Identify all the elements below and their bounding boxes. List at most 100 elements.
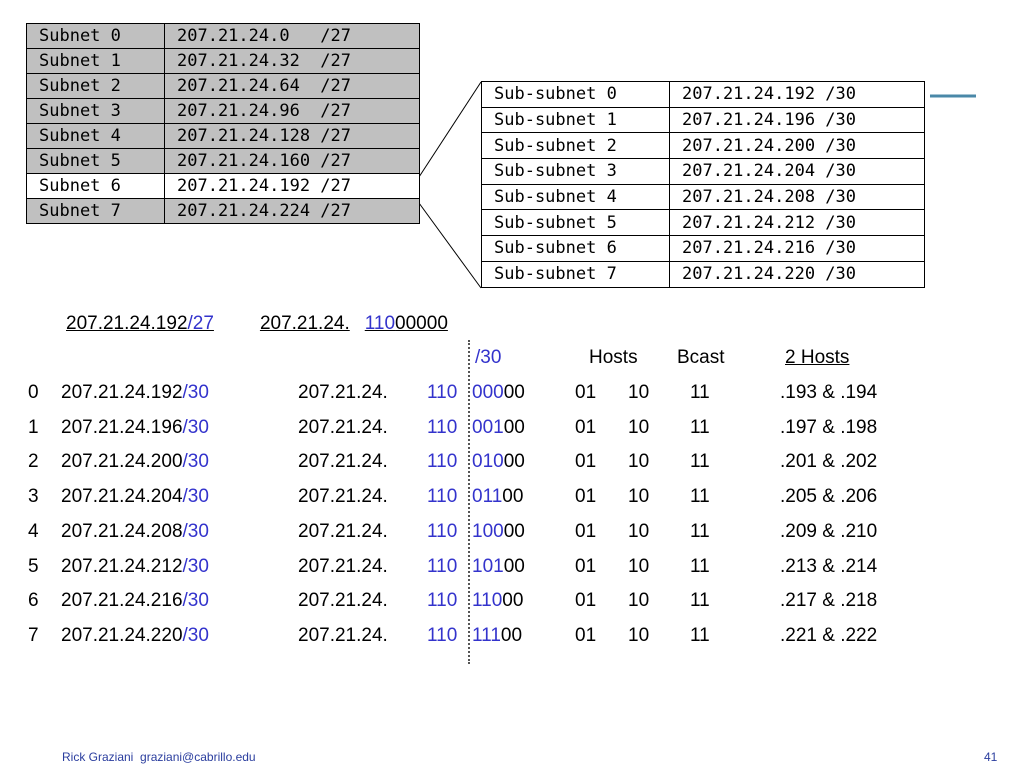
row-binary-fixed: 110: [427, 451, 458, 473]
row-binary-fixed: 110: [427, 382, 458, 403]
sub-subnet-name: Sub-subnet 7: [481, 260, 670, 288]
subnet-name: Subnet 0: [26, 23, 165, 49]
row-binary-subnet-cell: 01100: [472, 486, 523, 508]
row-mask: /30: [182, 590, 209, 612]
row-binary-prefix: 207.21.24.: [298, 486, 388, 508]
row-usable-hosts: .205 & .206: [780, 486, 878, 508]
column-slash30: /30: [475, 347, 502, 368]
row-broadcast: 11: [690, 382, 710, 403]
sub-subnet-name: Sub-subnet 2: [481, 132, 670, 160]
subnet-row: Subnet 4 207.21.24.128 /27: [26, 123, 420, 149]
row-index-cell: 7: [28, 625, 39, 647]
sub-subnet-row: Sub-subnet 1 207.21.24.196 /30: [481, 106, 925, 134]
row-binary-prefix: 207.21.24.: [298, 416, 388, 438]
row-network-cell: 207.21.24.208/30: [61, 521, 209, 543]
row-binary-subnet: 100: [472, 520, 504, 542]
row-binary-prefix: 207.21.24.: [298, 624, 388, 646]
row-binary-subnet: 111: [472, 624, 501, 646]
footer-email: graziani@cabrillo.edu: [140, 750, 256, 764]
sub-subnet-address: 207.21.24.212 /30: [669, 209, 925, 237]
row-binary-tail: 00: [503, 416, 525, 438]
row-usable-hosts-cell: .205 & .206: [780, 486, 877, 508]
subnet-name: Subnet 7: [26, 198, 165, 224]
row-usable-hosts: .217 & .218: [780, 590, 878, 612]
row-broadcast: 11: [690, 555, 710, 577]
sub-subnet-address: 207.21.24.216 /30: [669, 235, 925, 262]
subnet-name: Subnet 1: [26, 48, 165, 74]
subnet-row: Subnet 7 207.21.24.224 /27: [26, 198, 420, 224]
row-usable-hosts-cell: .193 & .194: [780, 382, 877, 404]
row-binary-prefix-cell: 207.21.24.: [298, 590, 388, 612]
row-mask: /30: [182, 520, 209, 542]
row-network: 207.21.24.196: [61, 416, 183, 438]
row-binary-tail: 00: [503, 520, 525, 542]
sub-subnet-row: Sub-subnet 5 207.21.24.212 /30: [481, 209, 925, 237]
row-binary-fixed-cell: 110: [427, 521, 457, 543]
row-host-second: 10: [628, 555, 650, 577]
row-usable-hosts-cell: .221 & .222: [780, 625, 877, 647]
row-index-cell: 3: [28, 486, 39, 508]
row-binary-tail: 00: [503, 451, 525, 473]
row-host-first: 01: [575, 555, 597, 577]
row-mask: /30: [182, 451, 209, 473]
row-usable-hosts-cell: .209 & .210: [780, 521, 877, 543]
row-binary-prefix-cell: 207.21.24.: [298, 451, 388, 473]
row-binary-prefix-cell: 207.21.24.: [298, 382, 388, 404]
subnet-name: Subnet 4: [26, 123, 165, 149]
row-binary-fixed-cell: 110: [427, 486, 457, 508]
row-host-second: 10: [628, 416, 650, 438]
row-host-first-cell: 01: [575, 556, 596, 578]
subnet-address: 207.21.24.192 /27: [164, 173, 420, 199]
subnet-row: Subnet 0 207.21.24.0 /27: [26, 23, 420, 49]
row-host-first: 01: [575, 520, 597, 542]
sub-subnet-address: 207.21.24.208 /30: [669, 183, 925, 211]
row-binary-subnet-cell: 10000: [472, 521, 525, 543]
row-host-second: 10: [628, 486, 650, 508]
row-index-cell: 2: [28, 451, 39, 473]
row-network: 207.21.24.192: [61, 382, 183, 403]
row-usable-hosts: .197 & .198: [780, 416, 878, 438]
subnet-name: Subnet 2: [26, 73, 165, 99]
row-index-cell: 0: [28, 382, 39, 404]
row-usable-hosts: .193 & .194: [780, 382, 878, 403]
sub-subnet-name: Sub-subnet 1: [481, 106, 670, 134]
row-binary-prefix: 207.21.24.: [298, 520, 388, 542]
page-number: 41: [984, 750, 998, 764]
row-host-first-cell: 01: [575, 417, 596, 439]
row-network: 207.21.24.208: [61, 520, 183, 542]
row-usable-hosts-cell: .217 & .218: [780, 590, 877, 612]
row-index: 6: [28, 590, 39, 612]
row-broadcast-cell: 11: [690, 556, 710, 578]
row-index: 7: [28, 624, 39, 646]
row-host-first: 01: [575, 416, 597, 438]
dotted-separator: [468, 340, 470, 664]
subnet-row: Subnet 2 207.21.24.64 /27: [26, 73, 420, 99]
row-mask: /30: [182, 555, 209, 577]
row-binary-fixed-cell: 110: [427, 556, 457, 578]
row-broadcast: 11: [690, 520, 710, 542]
row-usable-hosts-cell: .201 & .202: [780, 451, 877, 473]
header-binary-prefix: 207.21.24.: [259, 313, 350, 334]
sub-subnet-address: 207.21.24.192 /30: [669, 81, 925, 108]
column-bcast: Bcast: [677, 347, 725, 368]
row-usable-hosts-cell: .197 & .198: [780, 417, 877, 439]
row-binary-fixed-cell: 110: [427, 382, 457, 404]
row-host-first: 01: [575, 486, 597, 508]
row-host-first-cell: 01: [575, 451, 596, 473]
row-network-cell: 207.21.24.220/30: [61, 625, 209, 647]
row-host-second: 10: [628, 624, 650, 646]
subnet-table: Subnet 0 207.21.24.0 /27 Subnet 1 207.21.24…: [26, 23, 420, 224]
sub-subnet-name: Sub-subnet 3: [481, 158, 670, 185]
header-binary-rest: 00000: [395, 313, 448, 334]
row-index: 4: [28, 520, 39, 542]
row-network-cell: 207.21.24.204/30: [61, 486, 209, 508]
row-binary-fixed-cell: 110: [427, 625, 457, 647]
row-broadcast-cell: 11: [690, 417, 710, 439]
sub-subnet-name: Sub-subnet 4: [481, 183, 670, 211]
row-binary-subnet: 101: [472, 555, 504, 577]
row-binary-prefix-cell: 207.21.24.: [298, 556, 388, 578]
row-binary-fixed: 110: [427, 416, 458, 438]
connector-line-bottom: [418, 202, 482, 289]
row-binary-prefix-cell: 207.21.24.: [298, 625, 388, 647]
row-mask: /30: [182, 486, 209, 508]
